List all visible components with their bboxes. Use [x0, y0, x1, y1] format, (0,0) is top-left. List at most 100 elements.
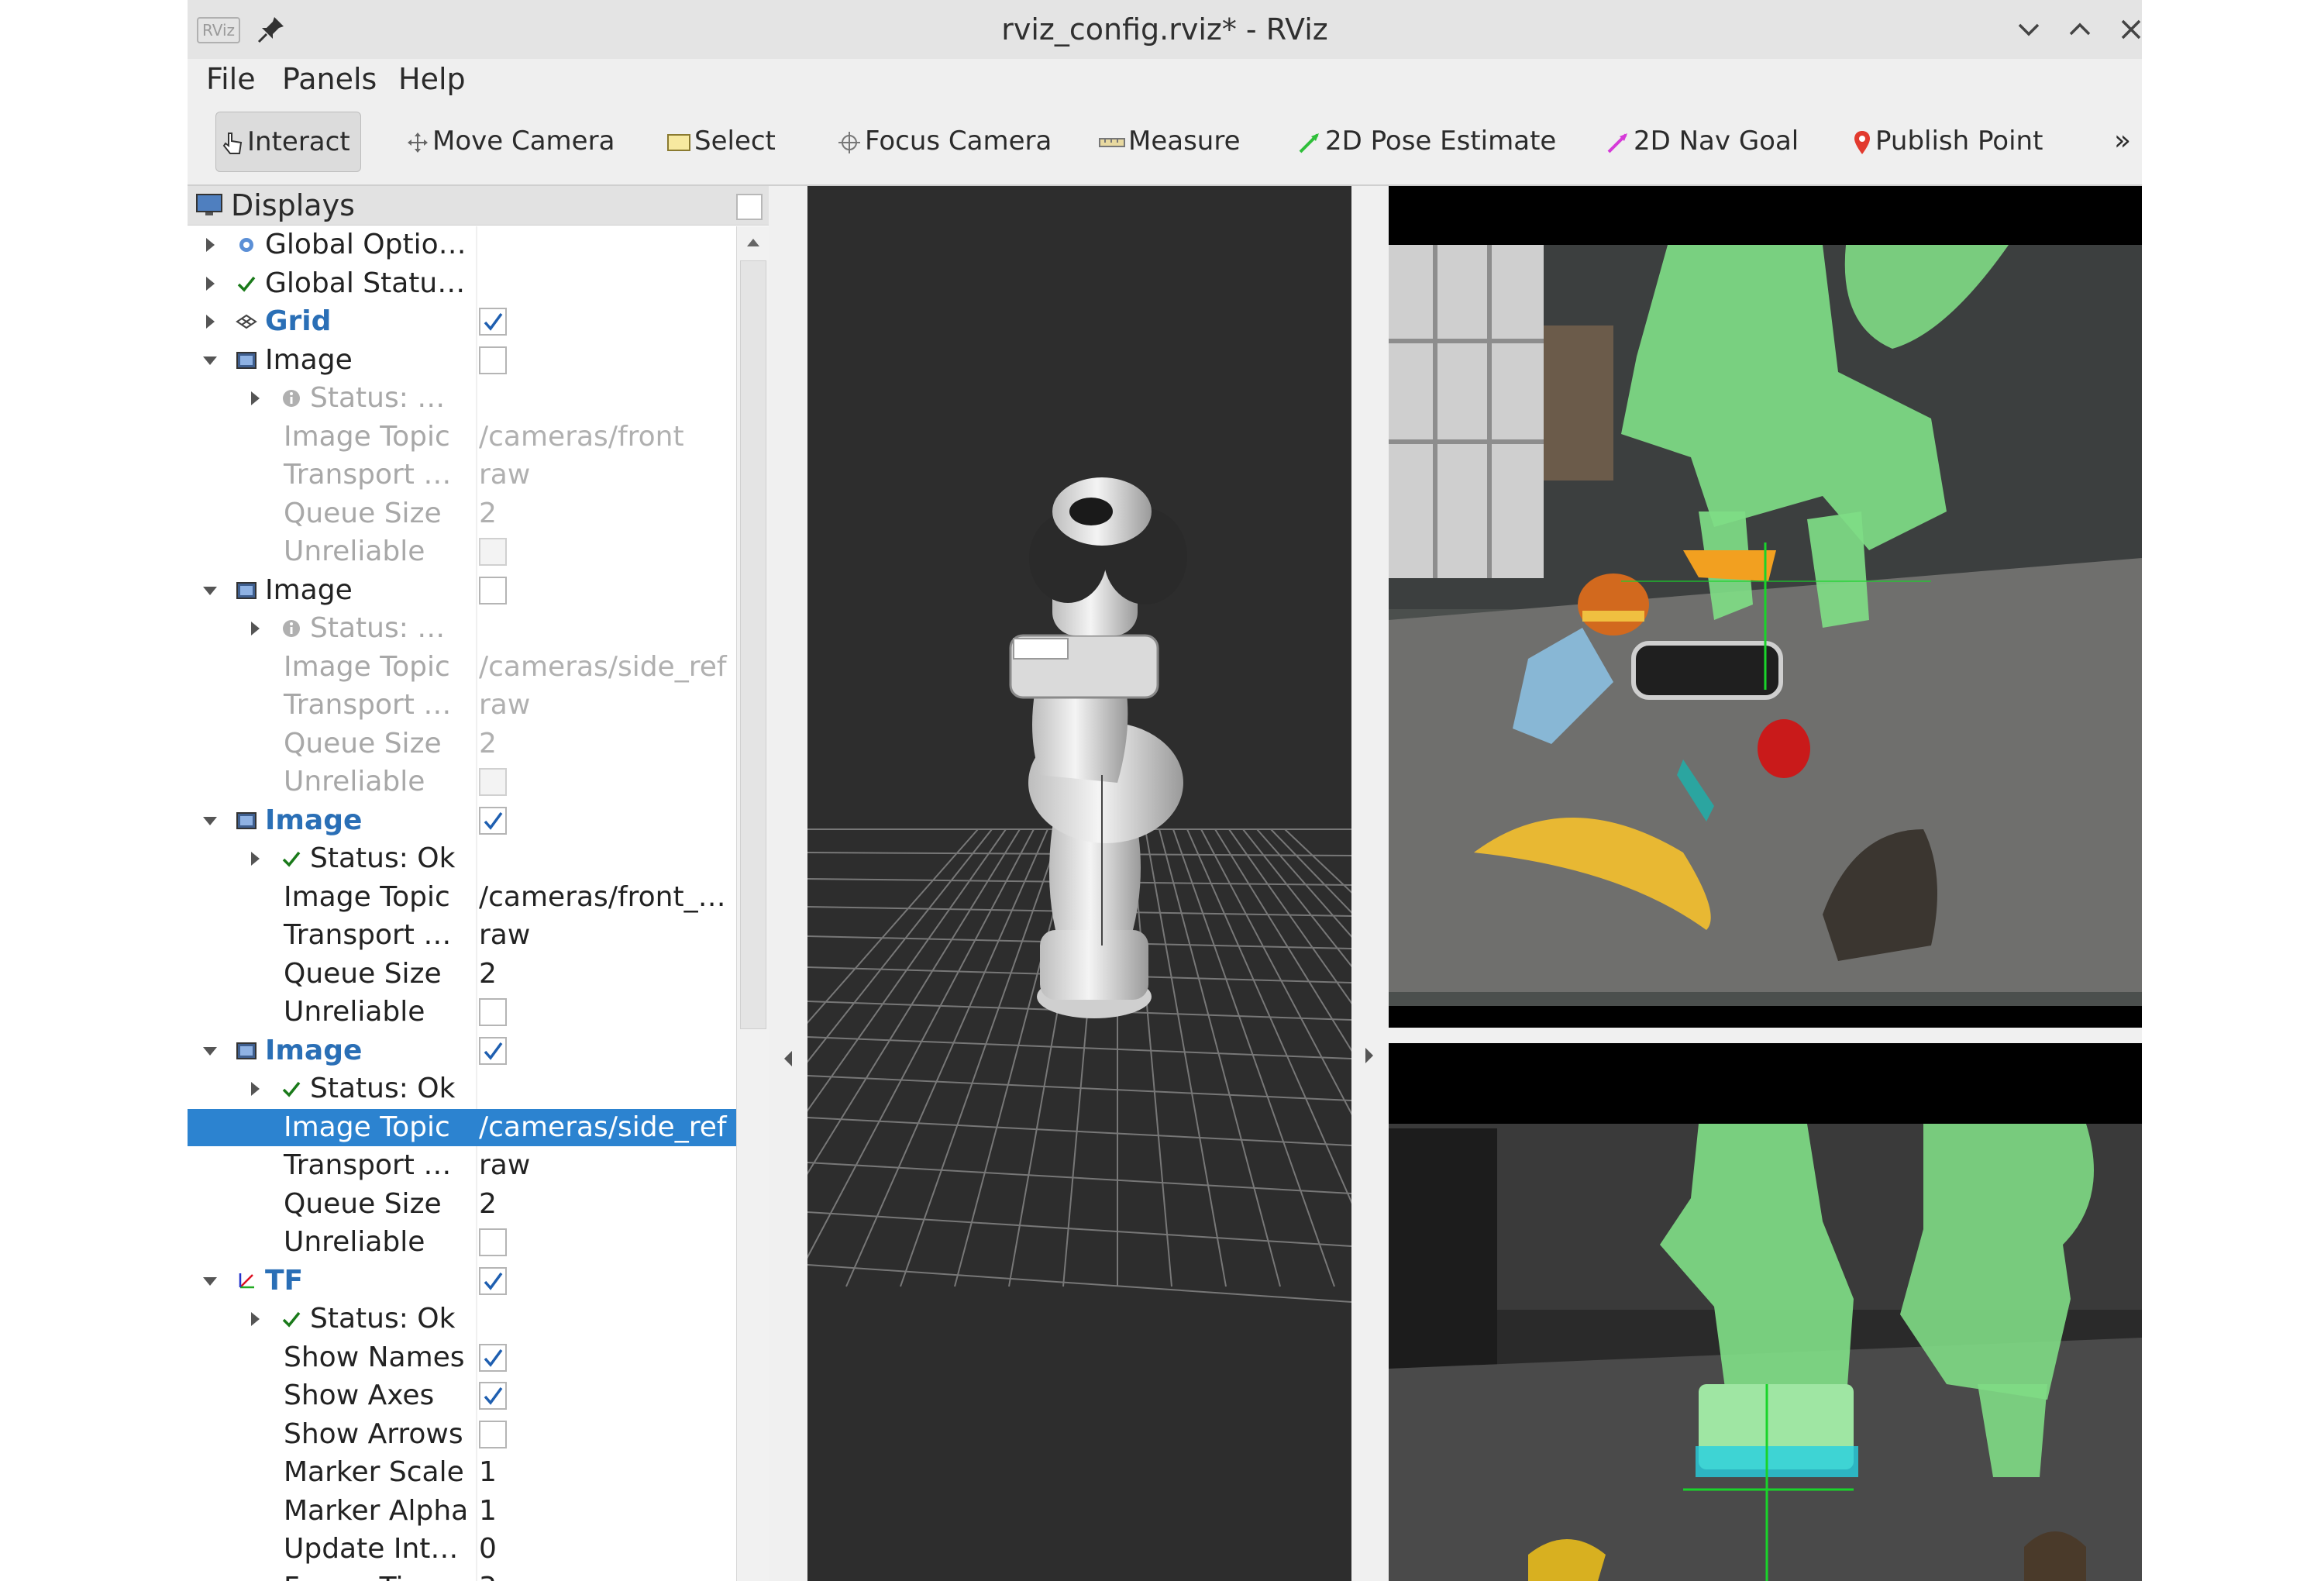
- collapse-right-icon[interactable]: [1362, 1046, 1376, 1065]
- display-row[interactable]: Status: Ok: [188, 840, 736, 877]
- minimize-chevron-icon[interactable]: [2010, 11, 2047, 48]
- collapse-left-icon[interactable]: [781, 1049, 795, 1068]
- camera-splitter[interactable]: [1389, 1028, 2142, 1043]
- display-row[interactable]: Frame Tim… 3: [188, 1569, 736, 1581]
- display-checkbox[interactable]: [479, 346, 507, 374]
- display-checkbox[interactable]: [479, 807, 507, 835]
- display-row[interactable]: Image Topic/cameras/side_ref: [188, 1109, 736, 1146]
- toolbar-overflow-button[interactable]: »: [2114, 112, 2131, 170]
- right-splitter[interactable]: [1351, 186, 1389, 1581]
- display-row[interactable]: Update Int… 0: [188, 1531, 736, 1568]
- display-row[interactable]: Image Topic/cameras/front_…: [188, 879, 736, 916]
- tool-2d-nav-goal[interactable]: 2D Nav Goal: [1606, 112, 1799, 170]
- expand-right-icon[interactable]: [201, 236, 219, 253]
- display-checkbox[interactable]: [479, 1344, 507, 1372]
- menu-panels[interactable]: Panels: [282, 62, 377, 96]
- expand-right-icon[interactable]: [246, 1080, 263, 1097]
- display-row[interactable]: TF: [188, 1262, 736, 1300]
- display-row[interactable]: Queue Size 2: [188, 956, 736, 993]
- display-row[interactable]: Unreliable: [188, 533, 736, 570]
- display-row-value[interactable]: raw: [479, 917, 530, 954]
- display-row[interactable]: Show Axes: [188, 1377, 736, 1414]
- display-row-value[interactable]: raw: [479, 456, 530, 494]
- display-row[interactable]: Marker Alpha 1: [188, 1493, 736, 1530]
- display-row[interactable]: Queue Size 2: [188, 495, 736, 532]
- display-row[interactable]: Status: Ok: [188, 1070, 736, 1107]
- tool-focus-camera[interactable]: Focus Camera: [837, 112, 1052, 170]
- display-row-value[interactable]: 0: [479, 1531, 497, 1568]
- close-icon[interactable]: [2112, 11, 2142, 48]
- display-row[interactable]: Status: …: [188, 610, 736, 647]
- tool-select[interactable]: Select: [666, 112, 776, 170]
- display-row[interactable]: Queue Size 2: [188, 1186, 736, 1223]
- display-row[interactable]: Unreliable: [188, 1224, 736, 1261]
- display-row[interactable]: Image: [188, 802, 736, 839]
- display-row[interactable]: Image Topic/cameras/front: [188, 418, 736, 456]
- display-row-value[interactable]: 2: [479, 1186, 497, 1223]
- tool-interact[interactable]: Interact: [215, 112, 361, 172]
- display-row[interactable]: Status: Ok: [188, 1300, 736, 1338]
- display-row[interactable]: Global Statu…: [188, 265, 736, 302]
- expand-right-icon[interactable]: [246, 850, 263, 867]
- display-row-value[interactable]: /cameras/side_ref: [479, 1109, 727, 1146]
- display-row-value[interactable]: 2: [479, 956, 497, 993]
- display-row[interactable]: Transport … raw: [188, 917, 736, 954]
- display-row-value[interactable]: 1: [479, 1454, 497, 1491]
- tool-move-camera[interactable]: Move Camera: [406, 112, 615, 170]
- display-row[interactable]: Status: …: [188, 380, 736, 417]
- display-row[interactable]: Queue Size 2: [188, 725, 736, 763]
- display-row[interactable]: Grid: [188, 303, 736, 340]
- expand-down-icon[interactable]: [201, 812, 219, 829]
- maximize-chevron-icon[interactable]: [2061, 11, 2098, 48]
- display-row[interactable]: Unreliable: [188, 763, 736, 801]
- display-row[interactable]: Unreliable: [188, 994, 736, 1031]
- scrollbar-thumb[interactable]: [740, 260, 766, 1029]
- display-row-value[interactable]: raw: [479, 1147, 530, 1184]
- display-checkbox[interactable]: [479, 1267, 507, 1295]
- expand-down-icon[interactable]: [201, 1273, 219, 1290]
- expand-right-icon[interactable]: [201, 313, 219, 330]
- undock-button[interactable]: [736, 194, 763, 220]
- display-row-value[interactable]: /cameras/side_ref: [479, 649, 727, 686]
- display-row[interactable]: Transport … raw: [188, 1147, 736, 1184]
- display-row-value[interactable]: 3: [479, 1569, 497, 1581]
- display-row[interactable]: Show Names: [188, 1339, 736, 1376]
- display-checkbox[interactable]: [479, 1228, 507, 1256]
- expand-down-icon[interactable]: [201, 582, 219, 599]
- display-checkbox[interactable]: [479, 998, 507, 1026]
- display-row[interactable]: Transport … raw: [188, 456, 736, 494]
- display-row[interactable]: Image: [188, 572, 736, 609]
- display-row-value[interactable]: 2: [479, 725, 497, 763]
- display-row[interactable]: Image Topic/cameras/side_ref: [188, 649, 736, 686]
- menu-help[interactable]: Help: [398, 62, 466, 96]
- displays-scrollbar[interactable]: [736, 226, 770, 1581]
- display-row[interactable]: Image: [188, 1032, 736, 1070]
- display-row[interactable]: Image: [188, 342, 736, 379]
- display-checkbox[interactable]: [479, 1421, 507, 1448]
- tool-measure[interactable]: Measure: [1099, 112, 1241, 170]
- display-row-value[interactable]: /cameras/front_…: [479, 879, 726, 916]
- display-checkbox[interactable]: [479, 1037, 507, 1065]
- scroll-up-icon[interactable]: [745, 234, 762, 251]
- expand-right-icon[interactable]: [246, 390, 263, 407]
- display-row-value[interactable]: 2: [479, 495, 497, 532]
- expand-right-icon[interactable]: [246, 1311, 263, 1328]
- display-row-value[interactable]: 1: [479, 1493, 497, 1530]
- expand-down-icon[interactable]: [201, 352, 219, 369]
- display-checkbox[interactable]: [479, 577, 507, 604]
- display-checkbox[interactable]: [479, 308, 507, 336]
- tool-2d-pose-estimate[interactable]: 2D Pose Estimate: [1297, 112, 1556, 170]
- tool-publish-point[interactable]: Publish Point: [1852, 112, 2043, 170]
- display-row[interactable]: Marker Scale 1: [188, 1454, 736, 1491]
- expand-right-icon[interactable]: [201, 275, 219, 292]
- menu-file[interactable]: File: [206, 62, 256, 96]
- display-row[interactable]: Transport … raw: [188, 687, 736, 724]
- display-row-value[interactable]: raw: [479, 687, 530, 724]
- 3d-viewport[interactable]: [807, 186, 1351, 1581]
- display-row[interactable]: Global Optio…: [188, 226, 736, 264]
- expand-right-icon[interactable]: [246, 620, 263, 637]
- left-splitter[interactable]: [769, 186, 807, 1581]
- display-row[interactable]: Show Arrows: [188, 1416, 736, 1453]
- display-row-value[interactable]: /cameras/front: [479, 418, 684, 456]
- display-checkbox[interactable]: [479, 1382, 507, 1410]
